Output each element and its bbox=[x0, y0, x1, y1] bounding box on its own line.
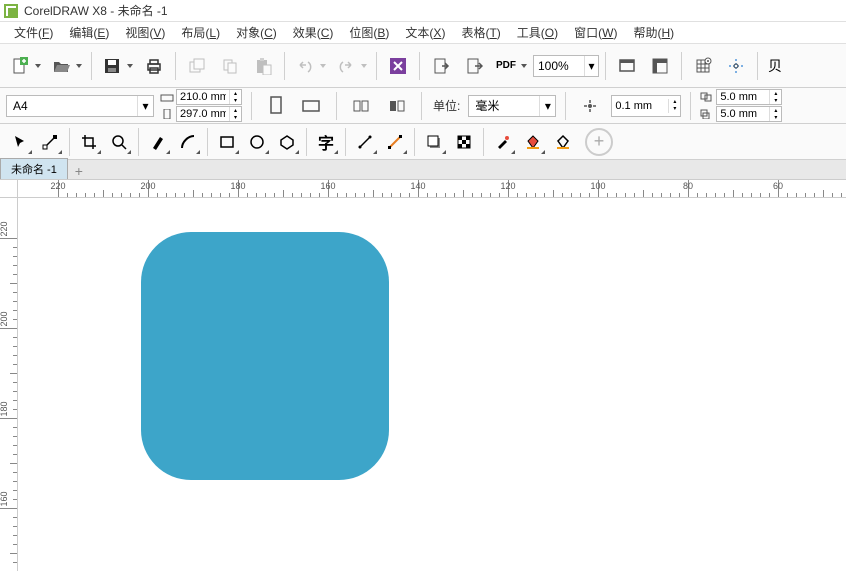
paste-button[interactable] bbox=[248, 51, 278, 81]
page-width-spin[interactable]: ▴▾ bbox=[176, 89, 242, 105]
parallel-dimension-tool[interactable] bbox=[351, 128, 379, 156]
menu-效果[interactable]: 效果(C) bbox=[287, 22, 340, 43]
menu-文件[interactable]: 文件(F) bbox=[8, 22, 59, 43]
ellipse-tool[interactable] bbox=[243, 128, 271, 156]
standard-toolbar: PDF ▾ 贝 bbox=[0, 44, 846, 88]
app-logo bbox=[4, 4, 18, 18]
menu-视图[interactable]: 视图(V) bbox=[119, 22, 171, 43]
show-guidelines-button[interactable] bbox=[721, 51, 751, 81]
all-pages-button[interactable] bbox=[346, 91, 376, 121]
menu-帮助[interactable]: 帮助(H) bbox=[627, 22, 680, 43]
connector-tool[interactable] bbox=[381, 128, 409, 156]
zoom-combo[interactable]: ▾ bbox=[533, 55, 599, 77]
undo-button[interactable] bbox=[291, 51, 329, 81]
freehand-tool[interactable] bbox=[144, 128, 172, 156]
window-title: CorelDRAW X8 - 未命名 -1 bbox=[24, 2, 168, 19]
crop-tool[interactable] bbox=[75, 128, 103, 156]
dup-x-icon bbox=[700, 91, 714, 103]
snap-button[interactable]: 贝 bbox=[764, 51, 786, 81]
open-button[interactable] bbox=[47, 51, 85, 81]
cut-button bbox=[182, 51, 212, 81]
menu-布局[interactable]: 布局(L) bbox=[175, 22, 226, 43]
menu-bar: 文件(F)编辑(E)视图(V)布局(L)对象(C)效果(C)位图(B)文本(X)… bbox=[0, 22, 846, 44]
document-tab[interactable]: 未命名 -1 bbox=[0, 158, 68, 179]
fullscreen-preview-button[interactable] bbox=[612, 51, 642, 81]
width-icon bbox=[160, 91, 174, 103]
artistic-media-tool[interactable] bbox=[174, 128, 202, 156]
zoom-tool[interactable] bbox=[105, 128, 133, 156]
dup-y-icon bbox=[700, 108, 714, 120]
redo-button[interactable] bbox=[332, 51, 370, 81]
current-page-button[interactable] bbox=[382, 91, 412, 121]
drop-shadow-tool[interactable] bbox=[420, 128, 448, 156]
transparency-tool[interactable] bbox=[450, 128, 478, 156]
nudge-icon bbox=[575, 91, 605, 121]
toolbox: 字 + bbox=[0, 124, 846, 160]
dup-x-spin[interactable]: ▴▾ bbox=[716, 89, 782, 105]
property-bar: ▾ ▴▾ ▴▾ 单位: ▾ ▴▾ ▴▾ ▴▾ bbox=[0, 88, 846, 124]
eyedropper-tool[interactable] bbox=[489, 128, 517, 156]
paper-size-input[interactable] bbox=[7, 99, 137, 113]
menu-窗口[interactable]: 窗口(W) bbox=[568, 22, 623, 43]
dup-y-spin[interactable]: ▴▾ bbox=[716, 106, 782, 122]
add-tool-button[interactable]: + bbox=[585, 128, 613, 156]
paper-size-dropdown[interactable]: ▾ bbox=[137, 96, 153, 116]
publish-pdf-button[interactable]: PDF bbox=[492, 51, 530, 81]
zoom-input[interactable] bbox=[534, 59, 584, 73]
rectangle-tool[interactable] bbox=[213, 128, 241, 156]
portrait-button[interactable] bbox=[261, 91, 291, 121]
polygon-tool[interactable] bbox=[273, 128, 301, 156]
print-button[interactable] bbox=[139, 51, 169, 81]
vertical-ruler[interactable]: 220200180160 bbox=[0, 198, 18, 571]
pick-tool[interactable] bbox=[6, 128, 34, 156]
height-icon bbox=[160, 108, 174, 120]
nudge-spin[interactable]: ▴▾ bbox=[611, 95, 681, 117]
unit-combo[interactable]: ▾ bbox=[468, 95, 556, 117]
shape-tool[interactable] bbox=[36, 128, 64, 156]
menu-文本[interactable]: 文本(X) bbox=[399, 22, 451, 43]
drawing-canvas[interactable] bbox=[18, 198, 846, 571]
search-content-button[interactable] bbox=[383, 51, 413, 81]
menu-编辑[interactable]: 编辑(E) bbox=[63, 22, 115, 43]
show-grid-button[interactable] bbox=[688, 51, 718, 81]
text-tool[interactable]: 字 bbox=[312, 128, 340, 156]
show-rulers-button[interactable] bbox=[645, 51, 675, 81]
add-tab-button[interactable]: + bbox=[70, 163, 88, 179]
page-height-spin[interactable]: ▴▾ bbox=[176, 106, 242, 122]
horizontal-ruler[interactable]: 220200180160140120100806040 bbox=[18, 180, 846, 198]
unit-label: 单位: bbox=[433, 97, 460, 114]
ruler-origin[interactable] bbox=[0, 180, 18, 198]
menu-表格[interactable]: 表格(T) bbox=[455, 22, 506, 43]
interactive-fill-tool[interactable] bbox=[519, 128, 547, 156]
document-tabs: 未命名 -1 + bbox=[0, 160, 846, 180]
rounded-rectangle-shape[interactable] bbox=[141, 232, 389, 480]
save-button[interactable] bbox=[98, 51, 136, 81]
export-button[interactable] bbox=[459, 51, 489, 81]
copy-button bbox=[215, 51, 245, 81]
menu-工具[interactable]: 工具(O) bbox=[511, 22, 564, 43]
import-button[interactable] bbox=[426, 51, 456, 81]
menu-位图[interactable]: 位图(B) bbox=[343, 22, 395, 43]
new-button[interactable] bbox=[6, 51, 44, 81]
menu-对象[interactable]: 对象(C) bbox=[230, 22, 283, 43]
zoom-dropdown[interactable]: ▾ bbox=[584, 56, 598, 76]
paper-size-combo[interactable]: ▾ bbox=[6, 95, 154, 117]
landscape-button[interactable] bbox=[297, 91, 327, 121]
smart-fill-tool[interactable] bbox=[549, 128, 577, 156]
